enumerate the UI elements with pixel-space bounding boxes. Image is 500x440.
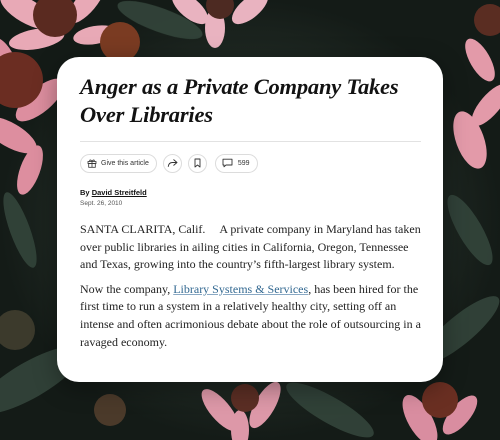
paragraph-2-lead: Now the company, bbox=[80, 281, 171, 296]
byline: By David Streitfeld bbox=[80, 188, 421, 197]
give-article-button[interactable]: Give this article bbox=[80, 153, 157, 173]
share-icon bbox=[167, 158, 178, 168]
comments-count: 599 bbox=[237, 159, 250, 167]
article-headline: Anger as a Private Company Takes Over Li… bbox=[80, 74, 399, 127]
headline-divider bbox=[80, 141, 421, 142]
bookmark-icon bbox=[193, 158, 202, 168]
comments-button[interactable]: 599 bbox=[214, 153, 258, 173]
byline-prefix: By bbox=[80, 188, 90, 197]
author-link[interactable]: David Streitfeld bbox=[92, 188, 147, 197]
library-systems-link[interactable]: Library Systems & Services bbox=[173, 282, 308, 296]
comment-icon bbox=[222, 158, 233, 168]
publish-date: Sept. 26, 2010 bbox=[80, 200, 123, 207]
article-toolbar: Give this article 599 bbox=[80, 153, 421, 173]
give-article-label: Give this article bbox=[101, 159, 149, 167]
article-paragraph-1: SANTA CLARITA, Calif. A private company i… bbox=[80, 221, 421, 274]
bookmark-button[interactable] bbox=[187, 153, 207, 173]
article-card: Anger as a Private Company Takes Over Li… bbox=[57, 57, 443, 382]
article-paragraph-2: Now the company, Library Systems & Servi… bbox=[80, 281, 421, 351]
gift-icon bbox=[87, 158, 97, 168]
share-button[interactable] bbox=[162, 153, 182, 173]
dateline: SANTA CLARITA, Calif. bbox=[80, 222, 206, 236]
